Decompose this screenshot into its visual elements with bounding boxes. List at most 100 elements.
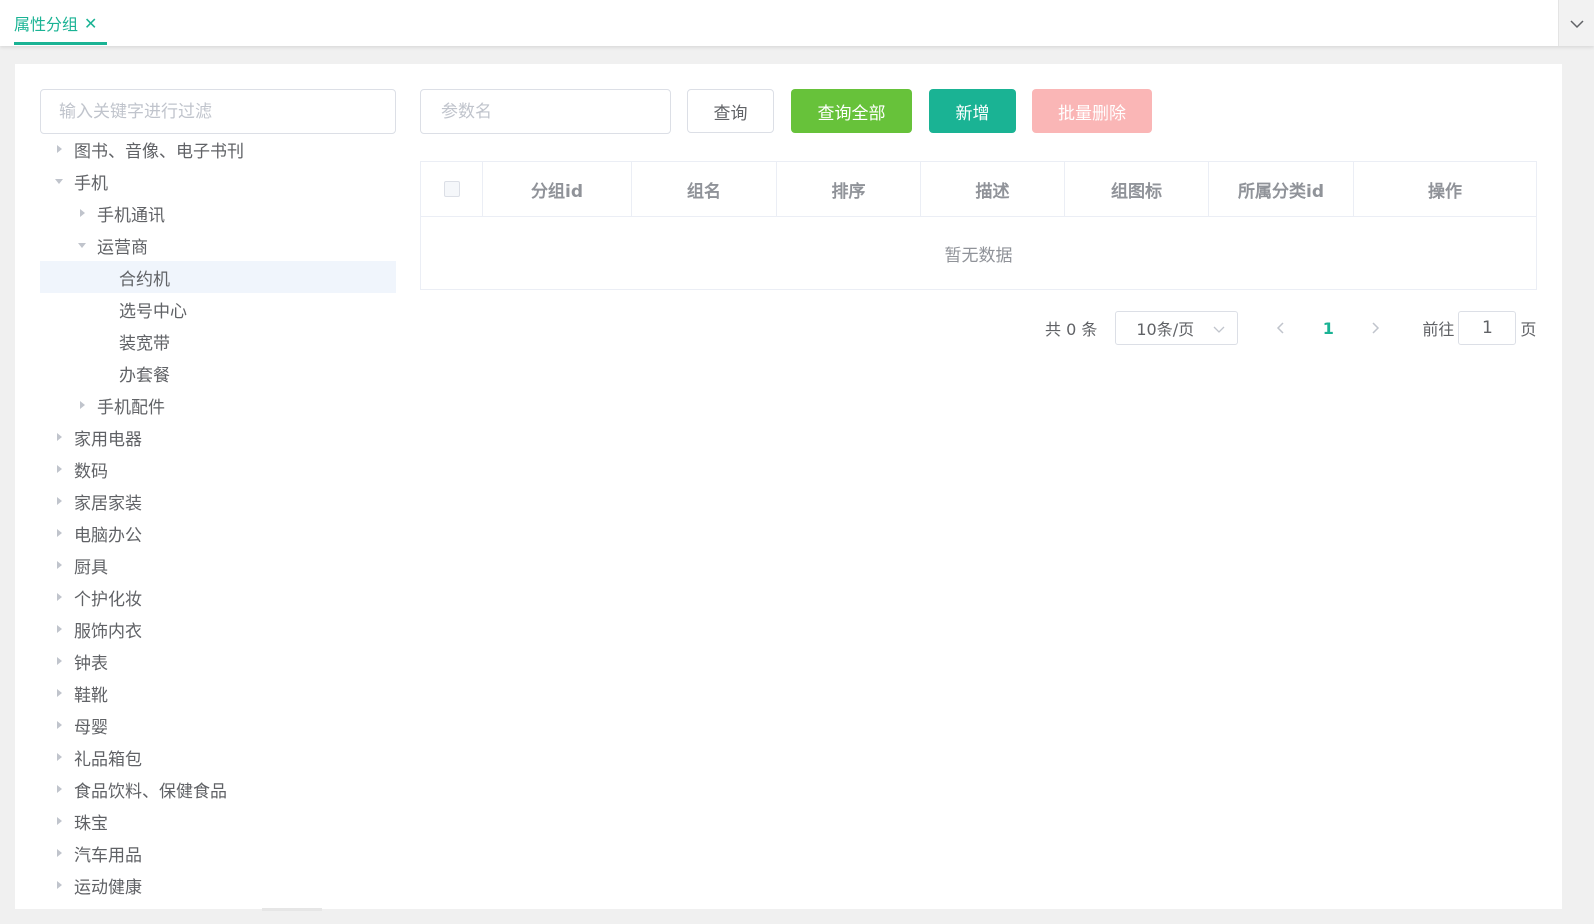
- chevron-down-icon: [1213, 319, 1225, 338]
- prev-page-button[interactable]: [1264, 311, 1296, 345]
- tree-node-label: 选号中心: [119, 301, 187, 322]
- caret-right-icon[interactable]: [73, 204, 91, 222]
- empty-placeholder: 暂无数据: [944, 245, 1013, 266]
- tree-node[interactable]: 个护化妆: [40, 581, 396, 613]
- tree-node-label: 服饰内衣: [74, 621, 142, 642]
- caret-right-icon[interactable]: [50, 780, 68, 798]
- tree-node[interactable]: 家用电器: [40, 421, 396, 453]
- page-size-value: 10条/页: [1136, 320, 1195, 339]
- tree-node[interactable]: 图书、音像、电子书刊: [40, 133, 396, 165]
- page-number-current[interactable]: 1: [1296, 319, 1360, 338]
- tree-node-label: 家居家装: [74, 493, 142, 514]
- caret-right-icon[interactable]: [50, 684, 68, 702]
- tree-node-label: 家用电器: [74, 429, 142, 450]
- category-tree: 图书、音像、电子书刊 手机手机通讯运营商合约机选号中心装宽带办套餐手机配件家用电器…: [40, 133, 396, 901]
- caret-right-icon[interactable]: [50, 460, 68, 478]
- chevron-left-icon: [1276, 319, 1284, 338]
- add-button[interactable]: 新增: [929, 89, 1016, 133]
- tree-node-label: 合约机: [119, 269, 170, 290]
- column-header-group-id[interactable]: 分组id: [483, 162, 632, 216]
- tree-node[interactable]: 母婴: [40, 709, 396, 741]
- tree-node-label: 个护化妆: [74, 589, 142, 610]
- attr-group-table: 分组id 组名 排序 描述 组图标 所属分类id 操作 暂无数据: [420, 161, 1537, 290]
- tree-node[interactable]: 家居家装: [40, 485, 396, 517]
- tab-attribute-group[interactable]: 属性分组 ✕: [14, 0, 97, 46]
- tree-node[interactable]: 服饰内衣: [40, 613, 396, 645]
- caret-right-icon[interactable]: [50, 140, 68, 158]
- tree-node[interactable]: 手机配件: [40, 389, 396, 421]
- query-button[interactable]: 查询: [687, 89, 774, 133]
- caret-right-icon[interactable]: [50, 620, 68, 638]
- chevron-down-icon: [1569, 14, 1585, 33]
- tree-node[interactable]: 厨具: [40, 549, 396, 581]
- column-header-description[interactable]: 描述: [921, 162, 1065, 216]
- caret-right-icon[interactable]: [50, 428, 68, 446]
- tree-node[interactable]: 礼品箱包: [40, 741, 396, 773]
- pagination: 共 0 条 10条/页 1 前往 页: [1045, 311, 1536, 345]
- tree-node[interactable]: 手机通讯: [40, 197, 396, 229]
- tree-node-label: 图书、音像、电子书刊: [74, 141, 244, 162]
- select-all-checkbox[interactable]: [443, 181, 460, 197]
- tree-node-label: 运营商: [97, 237, 148, 258]
- tree-node[interactable]: 运动健康: [40, 869, 396, 901]
- tree-node-label: 珠宝: [74, 813, 108, 834]
- page-size-select[interactable]: 10条/页: [1115, 311, 1239, 345]
- tree-node[interactable]: 电脑办公: [40, 517, 396, 549]
- caret-down-icon[interactable]: [73, 236, 91, 254]
- tree-node[interactable]: 装宽带: [40, 325, 396, 357]
- tree-node-label: 手机: [74, 173, 108, 194]
- tab-bar: 属性分组 ✕: [0, 0, 1594, 46]
- caret-right-icon[interactable]: [50, 812, 68, 830]
- next-page-button[interactable]: [1360, 311, 1392, 345]
- column-header-actions: 操作: [1428, 181, 1462, 202]
- caret-right-icon[interactable]: [50, 748, 68, 766]
- caret-right-icon[interactable]: [50, 524, 68, 542]
- tree-node[interactable]: 选号中心: [40, 293, 396, 325]
- caret-right-icon[interactable]: [50, 876, 68, 894]
- column-header-group-name[interactable]: 组名: [632, 162, 777, 216]
- tree-node[interactable]: 运营商: [40, 229, 396, 261]
- chevron-right-icon: [1372, 319, 1380, 338]
- caret-right-icon[interactable]: [50, 588, 68, 606]
- tree-node-label: 食品饮料、保健食品: [74, 781, 227, 802]
- tree-node[interactable]: 鞋靴: [40, 677, 396, 709]
- select-all-cell: [421, 162, 483, 216]
- query-all-button[interactable]: 查询全部: [791, 89, 912, 133]
- tree-node[interactable]: 数码: [40, 453, 396, 485]
- horizontal-scrollbar[interactable]: [262, 908, 322, 911]
- table-header: 分组id 组名 排序 描述 组图标 所属分类id 操作: [421, 162, 1536, 217]
- tree-node-label: 礼品箱包: [74, 749, 142, 770]
- caret-right-icon[interactable]: [50, 556, 68, 574]
- column-header-sort[interactable]: 排序: [777, 162, 921, 216]
- caret-right-icon[interactable]: [50, 844, 68, 862]
- tree-node-label: 手机配件: [97, 397, 165, 418]
- tab-label: 属性分组: [14, 15, 79, 34]
- tree-node[interactable]: 汽车用品: [40, 837, 396, 869]
- tree-node-label: 电脑办公: [74, 525, 142, 546]
- tree-node[interactable]: 合约机: [40, 261, 396, 293]
- close-icon[interactable]: ✕: [84, 14, 97, 33]
- tree-node[interactable]: 食品饮料、保健食品: [40, 773, 396, 805]
- tree-node[interactable]: 办套餐: [40, 357, 396, 389]
- caret-down-icon[interactable]: [50, 172, 68, 190]
- tree-node[interactable]: 珠宝: [40, 805, 396, 837]
- caret-right-icon[interactable]: [50, 492, 68, 510]
- tree-node[interactable]: 钟表: [40, 645, 396, 677]
- caret-right-icon[interactable]: [73, 396, 91, 414]
- goto-page-input[interactable]: [1458, 311, 1517, 345]
- tree-node-label: 装宽带: [119, 333, 170, 354]
- total-count: 共 0 条: [1045, 320, 1098, 339]
- column-header-category-id[interactable]: 所属分类id: [1209, 162, 1354, 216]
- tree-node-label: 钟表: [74, 653, 108, 674]
- tree-node[interactable]: 手机: [40, 165, 396, 197]
- tab-menu-button[interactable]: [1558, 0, 1594, 46]
- tree-node-label: 手机通讯: [97, 205, 165, 226]
- main-panel: 图书、音像、电子书刊手机手机通讯运营商合约机选号中心装宽带办套餐手机配件家用电器…: [15, 64, 1562, 909]
- column-header-group-icon[interactable]: 组图标: [1065, 162, 1209, 216]
- batch-delete-button[interactable]: 批量删除: [1032, 89, 1152, 133]
- tree-node-label: 母婴: [74, 717, 108, 738]
- caret-right-icon[interactable]: [50, 652, 68, 670]
- caret-right-icon[interactable]: [50, 716, 68, 734]
- tree-filter-input[interactable]: [40, 89, 396, 134]
- param-name-input[interactable]: [420, 89, 671, 134]
